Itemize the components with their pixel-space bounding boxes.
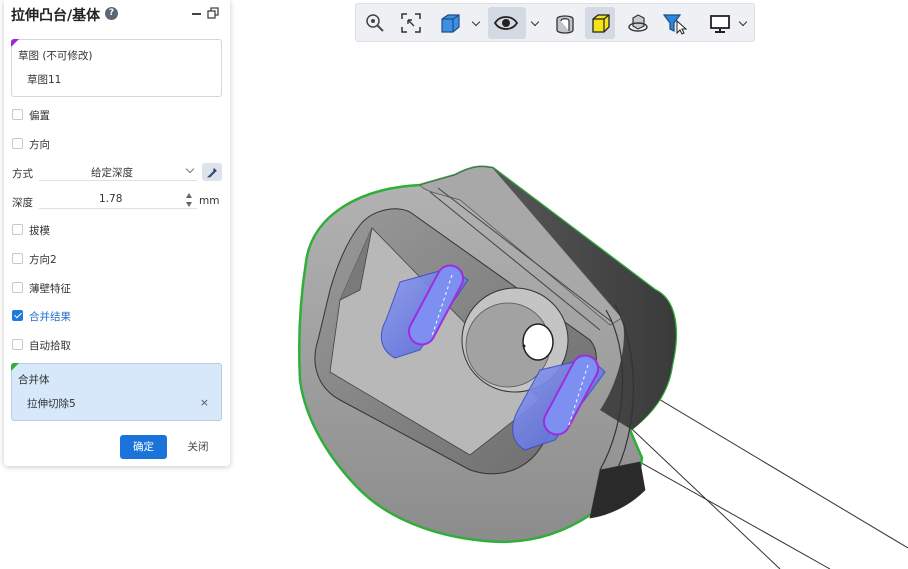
spin-up-icon[interactable] — [186, 193, 192, 198]
spin-down-icon[interactable] — [186, 202, 192, 207]
draft-checkbox[interactable] — [12, 224, 23, 235]
depth-label: 深度 — [12, 197, 33, 209]
display-settings-button[interactable] — [704, 7, 734, 39]
method-select[interactable]: 给定深度 — [39, 163, 197, 181]
merge-result-label: 合并结果 — [29, 311, 71, 323]
sketch-box-value: 草图11 — [27, 74, 62, 86]
rotate-view-icon — [628, 14, 648, 32]
panel-title: 拉伸凸台/基体 — [11, 8, 101, 24]
visibility-button[interactable] — [488, 7, 526, 39]
rotate-view-button[interactable] — [622, 7, 652, 39]
remove-icon[interactable]: × — [200, 396, 209, 409]
merge-result-option[interactable]: 合并结果 — [12, 308, 212, 324]
sketch-marker-icon — [11, 39, 19, 47]
zoom-to-fit-icon — [401, 13, 421, 33]
zoom-button[interactable] — [360, 7, 390, 39]
visibility-icon — [493, 16, 519, 30]
sketch-box-label: 草图 (不可修改) — [18, 50, 93, 62]
offset-option[interactable]: 偏置 — [12, 107, 212, 123]
merge-result-checkbox[interactable] — [12, 310, 23, 321]
restore-icon[interactable] — [207, 7, 219, 19]
section-view-button[interactable] — [549, 7, 579, 39]
help-icon[interactable]: ? — [105, 7, 118, 20]
view-orientation-button[interactable] — [434, 7, 464, 39]
shaded-display-button[interactable] — [585, 7, 615, 39]
display-monitor-icon — [710, 15, 730, 33]
sketch-selection-box[interactable]: 草图 (不可修改) 草图11 — [11, 39, 222, 97]
merge-marker-icon — [11, 363, 19, 371]
auto-pick-label: 自动拾取 — [29, 340, 71, 352]
filter-icon — [663, 14, 687, 35]
direction2-checkbox[interactable] — [12, 253, 23, 264]
view-orientation-dropdown-icon[interactable] — [471, 17, 481, 27]
visibility-dropdown-icon[interactable] — [530, 17, 540, 27]
offset-label: 偏置 — [29, 110, 50, 122]
thin-feature-label: 薄壁特征 — [29, 283, 71, 295]
hole — [522, 323, 554, 361]
close-button[interactable]: 关闭 — [182, 435, 214, 459]
direction2-label: 方向2 — [29, 254, 57, 266]
section-view-icon — [556, 15, 574, 34]
direction2-option[interactable]: 方向2 — [12, 251, 212, 267]
direction-checkbox[interactable] — [12, 138, 23, 149]
zoom-icon — [366, 14, 384, 32]
chevron-down-icon — [185, 164, 195, 174]
view-toolbar — [355, 3, 755, 42]
shaded-display-icon — [592, 14, 610, 33]
eyedropper-icon — [207, 168, 217, 178]
view-orientation-icon — [441, 14, 460, 33]
panel-header: 拉伸凸台/基体 ? — [4, 0, 230, 28]
direction-option[interactable]: 方向 — [12, 136, 212, 152]
direction-label: 方向 — [29, 139, 50, 151]
draft-option[interactable]: 拔模 — [12, 222, 212, 238]
thin-feature-checkbox[interactable] — [12, 282, 23, 293]
merge-body-value: 拉伸切除5 — [27, 398, 76, 410]
merge-body-label: 合并体 — [18, 374, 50, 386]
display-settings-dropdown-icon[interactable] — [738, 17, 748, 27]
minimize-icon[interactable] — [192, 13, 201, 15]
extrude-boss-panel: 拉伸凸台/基体 ? 草图 (不可修改) 草图11 偏置 方向 方式 给定深度 深… — [4, 0, 230, 466]
auto-pick-checkbox[interactable] — [12, 339, 23, 350]
draft-label: 拔模 — [29, 225, 50, 237]
depth-unit: mm — [199, 195, 220, 207]
method-value: 给定深度 — [91, 167, 133, 179]
depth-input[interactable]: 1.78 — [39, 191, 197, 209]
merge-body-box[interactable]: 合并体 拉伸切除5 × — [11, 363, 222, 421]
auto-pick-option[interactable]: 自动拾取 — [12, 337, 212, 353]
thin-feature-option[interactable]: 薄壁特征 — [12, 280, 212, 296]
offset-checkbox[interactable] — [12, 109, 23, 120]
ok-button[interactable]: 确定 — [120, 435, 167, 459]
method-label: 方式 — [12, 168, 33, 180]
pick-button[interactable] — [202, 163, 222, 181]
depth-value: 1.78 — [99, 193, 123, 205]
selection-filter-button[interactable] — [658, 7, 688, 39]
zoom-to-fit-button[interactable] — [396, 7, 426, 39]
